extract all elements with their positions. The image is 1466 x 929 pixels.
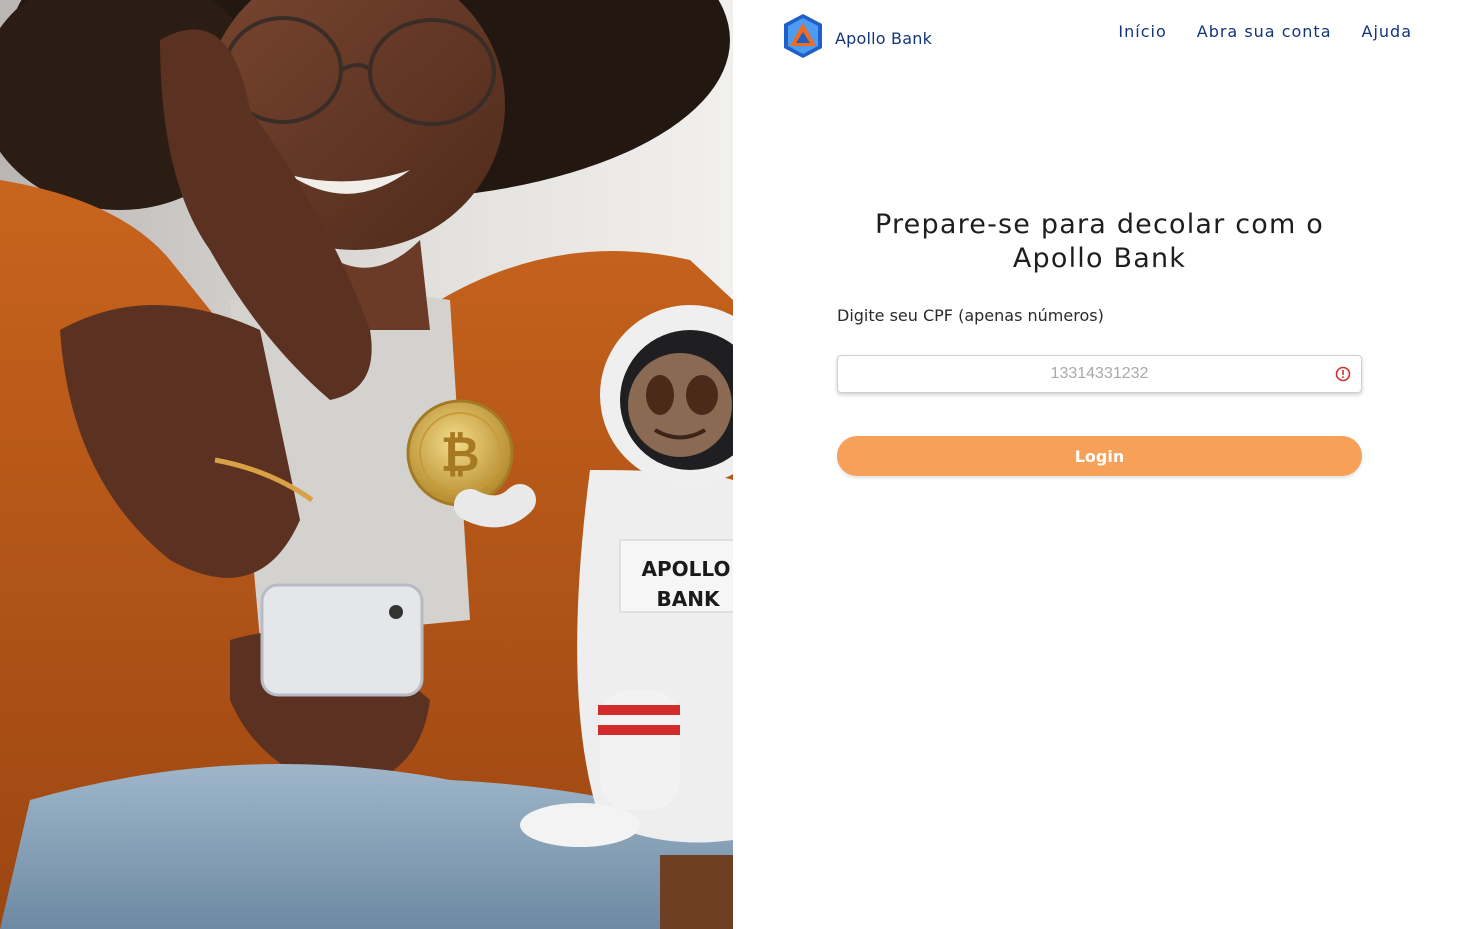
login-page: ₿ APOLLO BANK Apollo Bank Início Abra su… <box>0 0 1466 929</box>
alert-circle-icon <box>1335 366 1351 382</box>
nav-link-ajuda[interactable]: Ajuda <box>1362 22 1413 41</box>
badge-line1: APOLLO <box>642 557 731 581</box>
svg-text:₿: ₿ <box>440 427 479 483</box>
brand-link[interactable]: Apollo Bank <box>781 12 932 65</box>
login-panel: Apollo Bank Início Abra sua conta Ajuda … <box>733 0 1466 929</box>
apollo-bank-logo-icon <box>781 12 825 65</box>
nav-link-inicio[interactable]: Início <box>1118 22 1166 41</box>
login-form: Prepare-se para decolar com o Apollo Ban… <box>837 208 1362 476</box>
badge-line2: BANK <box>657 587 721 611</box>
brand-name: Apollo Bank <box>835 29 933 48</box>
nav-link-abra-sua-conta[interactable]: Abra sua conta <box>1197 22 1332 41</box>
cpf-input[interactable] <box>838 356 1361 392</box>
hero-image: ₿ APOLLO BANK <box>0 0 733 929</box>
bitcoin-coin: ₿ <box>406 399 514 507</box>
top-navbar: Apollo Bank Início Abra sua conta Ajuda <box>733 0 1466 66</box>
login-button[interactable]: Login <box>837 436 1362 476</box>
cpf-input-wrapper <box>837 355 1362 393</box>
main-nav: Início Abra sua conta Ajuda <box>1118 22 1412 41</box>
wood-block <box>660 855 733 929</box>
cpf-label: Digite seu CPF (apenas números) <box>837 306 1104 325</box>
page-title: Prepare-se para decolar com o Apollo Ban… <box>874 209 1325 274</box>
